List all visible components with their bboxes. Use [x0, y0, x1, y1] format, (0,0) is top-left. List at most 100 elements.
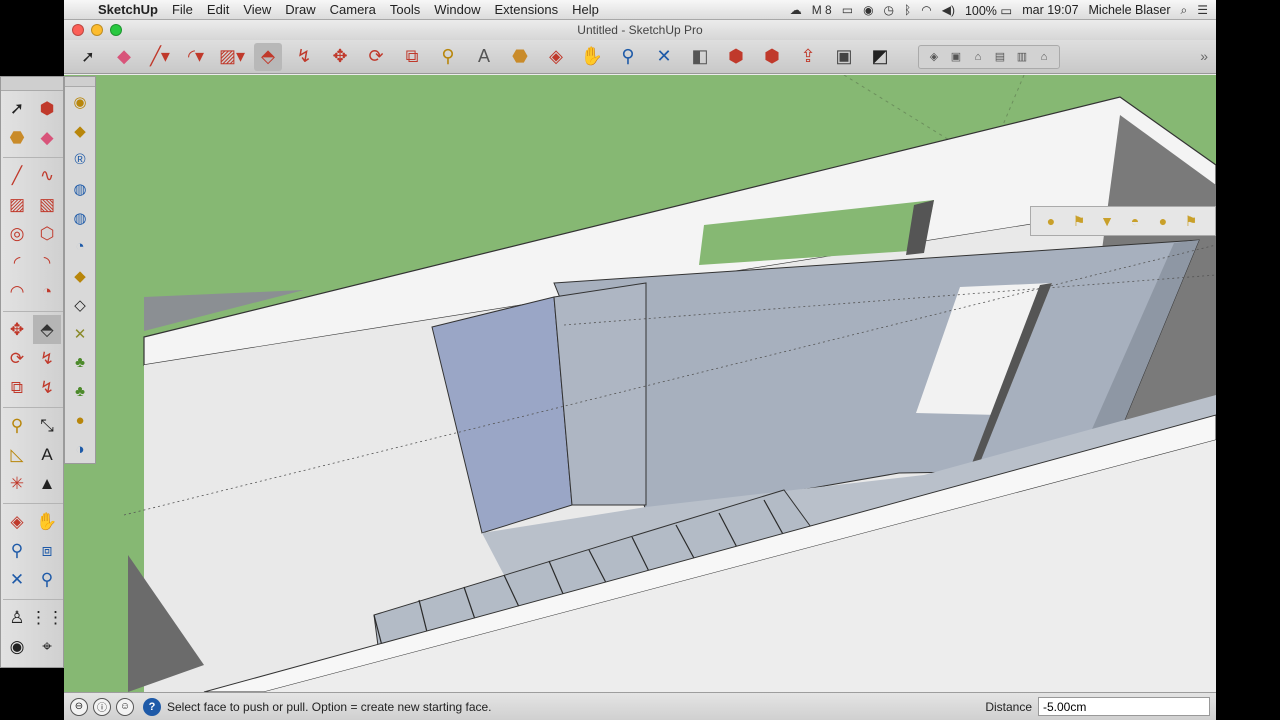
sun-icon[interactable]: ● [1037, 209, 1065, 233]
front-view-icon[interactable]: ⌂ [967, 47, 989, 67]
model-viewport[interactable] [64, 75, 1216, 692]
right-view-icon[interactable]: ▤ [989, 47, 1011, 67]
render-region-icon[interactable]: ◍ [65, 174, 95, 203]
rotated-rectangle-icon[interactable]: ▧ [33, 190, 61, 219]
walk-icon[interactable]: ⋮⋮ [30, 603, 64, 632]
tree-alt-icon[interactable]: ♣ [65, 377, 95, 406]
left-view-icon[interactable]: ⌂ [1033, 47, 1055, 67]
credits-icon[interactable]: ⓘ [93, 697, 111, 716]
rotate-icon[interactable]: ⟳ [362, 43, 390, 71]
zoom-window-icon[interactable] [110, 24, 122, 36]
section-plane-icon[interactable]: ◧ [686, 43, 714, 71]
orbit-icon[interactable]: ◈ [3, 507, 31, 536]
menu-camera[interactable]: Camera [330, 2, 376, 17]
battery-status[interactable]: 100% ▭ [965, 3, 1012, 18]
tape-measure-icon[interactable]: ⚲ [434, 43, 462, 71]
tree-icon[interactable]: ♣ [65, 348, 95, 377]
geolocation-icon[interactable]: ⊖ [70, 697, 88, 716]
render-settings-icon[interactable]: ◉ [65, 87, 95, 116]
top-view-icon[interactable]: ▣ [945, 47, 967, 67]
follow-me-icon[interactable]: ↯ [33, 344, 61, 373]
eye-icon[interactable]: ◉ [863, 3, 873, 17]
move-icon[interactable]: ✥ [3, 315, 31, 344]
pencil-icon[interactable]: ╱▾ [146, 43, 174, 71]
share-model-icon[interactable]: ⇪ [794, 43, 822, 71]
menu-window[interactable]: Window [434, 2, 480, 17]
eraser-icon[interactable]: ◆ [110, 43, 138, 71]
position-camera-icon[interactable]: ♙ [3, 603, 31, 632]
previous-view-icon[interactable]: ⚲ [33, 565, 61, 594]
back-view-icon[interactable]: ▥ [1011, 47, 1033, 67]
rectangle-icon[interactable]: ▨▾ [218, 43, 246, 71]
sphere-light-icon[interactable]: ● [1149, 209, 1177, 233]
select-icon[interactable]: ➚ [3, 94, 31, 123]
section-plane-icon[interactable]: ⌖ [33, 632, 61, 661]
styles-icon[interactable]: ◩ [866, 43, 894, 71]
dimension-icon[interactable]: ⤡ [33, 411, 61, 440]
render-progressive-icon[interactable]: ◍ [65, 203, 95, 232]
zoom-icon[interactable]: ⚲ [614, 43, 642, 71]
axes-icon[interactable]: ✳ [3, 469, 31, 498]
render-icon[interactable]: ® [65, 145, 95, 174]
layout-icon[interactable]: ▣ [830, 43, 858, 71]
paint-bucket-icon[interactable]: ⬣ [506, 43, 534, 71]
two-point-arc-icon[interactable]: ◝ [33, 248, 61, 277]
clock[interactable]: mar 19:07 [1022, 3, 1078, 17]
bluetooth-icon[interactable]: ᛒ [904, 3, 911, 17]
menu-help[interactable]: Help [572, 2, 599, 17]
app-menu[interactable]: SketchUp [98, 2, 158, 17]
time-machine-icon[interactable]: ◷ [884, 3, 894, 17]
zoom-window-icon[interactable]: ⧈ [33, 536, 61, 565]
sign-in-icon[interactable]: ☺ [116, 697, 134, 716]
make-component-icon[interactable]: ⬢ [33, 94, 61, 123]
volume-icon[interactable]: ◀) [942, 3, 955, 17]
grass-icon[interactable]: ✕ [65, 319, 95, 348]
move-icon[interactable]: ✥ [326, 43, 354, 71]
iso-view-icon[interactable]: ◈ [923, 47, 945, 67]
select-icon[interactable]: ➚ [74, 43, 102, 71]
material-editor-icon[interactable]: ◆ [65, 116, 95, 145]
menu-tools[interactable]: Tools [390, 2, 420, 17]
zoom-extents-icon[interactable]: ✕ [3, 565, 31, 594]
pie-icon[interactable]: ◔ [33, 277, 61, 306]
menu-edit[interactable]: Edit [207, 2, 229, 17]
menu-view[interactable]: View [243, 2, 271, 17]
minimize-window-icon[interactable] [91, 24, 103, 36]
text-icon[interactable]: A [33, 440, 61, 469]
circle-icon[interactable]: ◎ [3, 219, 31, 248]
wifi-icon[interactable]: ◠ [921, 3, 931, 17]
user-name[interactable]: Michele Blaser [1089, 3, 1171, 17]
text-icon[interactable]: A [470, 43, 498, 71]
extension-warehouse-icon[interactable]: ⬢ [758, 43, 786, 71]
object-icon[interactable]: ◇ [65, 290, 95, 319]
globe-icon[interactable]: ● [65, 406, 95, 435]
menu-extensions[interactable]: Extensions [494, 2, 558, 17]
paint-bucket-icon[interactable]: ⬣ [3, 123, 31, 152]
offset-icon[interactable]: ↯ [33, 373, 61, 402]
scale-icon[interactable]: ⧉ [398, 43, 426, 71]
pan-icon[interactable]: ✋ [578, 43, 606, 71]
dome-light-icon[interactable]: ◓ [1121, 209, 1149, 233]
rotate-icon[interactable]: ⟳ [3, 344, 31, 373]
material-tag-icon[interactable]: ◆ [65, 261, 95, 290]
three-point-arc-icon[interactable]: ◠ [3, 277, 31, 306]
menu-file[interactable]: File [172, 2, 193, 17]
zoom-extents-icon[interactable]: ✕ [650, 43, 678, 71]
display-icon[interactable]: ▭ [842, 3, 853, 17]
tape-measure-icon[interactable]: ⚲ [3, 411, 31, 440]
warehouse-icon[interactable]: ⬢ [722, 43, 750, 71]
offset-icon[interactable]: ↯ [290, 43, 318, 71]
drive-icon[interactable]: M 8 [812, 3, 832, 17]
pan-icon[interactable]: ✋ [33, 507, 61, 536]
zoom-icon[interactable]: ⚲ [3, 536, 31, 565]
protractor-icon[interactable]: ◺ [3, 440, 31, 469]
orbit-icon[interactable]: ◈ [542, 43, 570, 71]
scale-icon[interactable]: ⧉ [3, 373, 31, 402]
push-pull-icon[interactable]: ⬘ [254, 42, 282, 71]
cloud-icon[interactable]: ☁ [790, 3, 802, 17]
polygon-icon[interactable]: ⬡ [33, 219, 61, 248]
3d-text-icon[interactable]: ▲ [33, 469, 61, 498]
spotlight-light-icon[interactable]: ▼ [1093, 209, 1121, 233]
line-icon[interactable]: ╱ [3, 161, 31, 190]
freehand-icon[interactable]: ∿ [33, 161, 61, 190]
